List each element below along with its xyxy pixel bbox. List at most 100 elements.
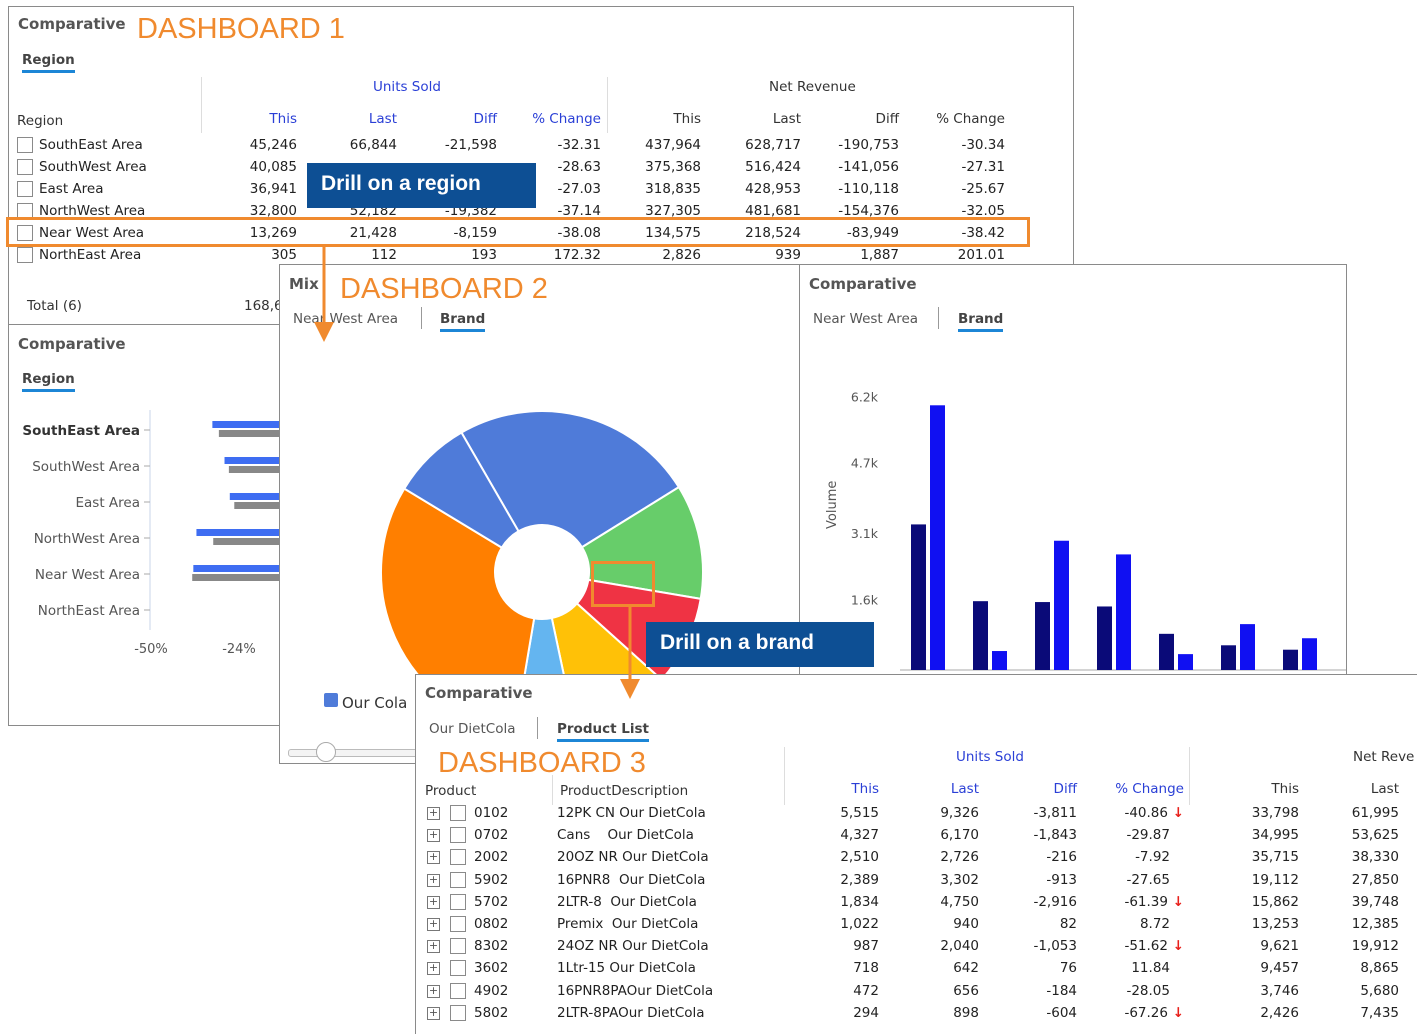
product-row[interactable]: +0102 12PK CN Our DietCola 5,515 9,326 -3,81… bbox=[416, 802, 1417, 824]
region-name[interactable]: NorthEast Area bbox=[39, 247, 141, 263]
product-code[interactable]: 0802 bbox=[474, 916, 508, 932]
row-checkbox[interactable] bbox=[17, 247, 33, 263]
col-region[interactable]: Region bbox=[17, 113, 63, 129]
region-name[interactable]: SouthWest Area bbox=[39, 159, 147, 175]
volume-bar[interactable] bbox=[1159, 633, 1174, 670]
volume-bar[interactable] bbox=[911, 524, 926, 670]
zoom-slider-track[interactable] bbox=[288, 749, 420, 757]
row-checkbox[interactable] bbox=[450, 849, 466, 866]
row-checkbox[interactable] bbox=[450, 805, 466, 821]
volume-bar[interactable] bbox=[1240, 624, 1255, 670]
product-row[interactable]: +8302 24OZ NR Our DietCola 987 2,040 -1,053-… bbox=[416, 935, 1417, 957]
expand-icon[interactable]: + bbox=[427, 851, 440, 865]
expand-icon[interactable]: + bbox=[427, 918, 440, 931]
col3-units-this[interactable]: This bbox=[811, 781, 879, 797]
col-rev-pct[interactable]: % Change bbox=[913, 111, 1005, 127]
col-rev-diff[interactable]: Diff bbox=[831, 111, 899, 127]
expand-icon[interactable]: + bbox=[427, 984, 440, 998]
product-row[interactable]: +5902 16PNR8 Our DietCola 2,389 3,302 -913 -2… bbox=[416, 869, 1417, 891]
region-bar[interactable] bbox=[193, 565, 292, 572]
legend-label[interactable]: Our Cola bbox=[342, 694, 407, 712]
row-checkbox[interactable] bbox=[450, 893, 466, 910]
col-product[interactable]: Product bbox=[425, 783, 476, 799]
expand-icon[interactable]: + bbox=[427, 829, 440, 843]
row-checkbox[interactable] bbox=[450, 827, 466, 844]
col-units-this[interactable]: This bbox=[229, 111, 297, 127]
product-code[interactable]: 4902 bbox=[474, 983, 508, 999]
breadcrumb-near-west[interactable]: Near West Area bbox=[293, 311, 398, 327]
tab-product-list[interactable]: Product List bbox=[557, 721, 649, 742]
zoom-slider-handle[interactable] bbox=[316, 742, 336, 762]
volume-bar[interactable] bbox=[1054, 540, 1069, 670]
col-units-pct[interactable]: % Change bbox=[509, 111, 601, 127]
region-bar[interactable] bbox=[192, 574, 292, 581]
category-label[interactable]: SouthEast Area bbox=[22, 423, 140, 439]
product-row[interactable]: +0802 Premix Our DietCola 1,022 940 82 8.72 13… bbox=[416, 913, 1417, 935]
volume-bar[interactable] bbox=[1302, 638, 1317, 670]
product-code[interactable]: 2002 bbox=[474, 849, 508, 865]
volume-bar[interactable] bbox=[1283, 649, 1298, 670]
tab-region[interactable]: Region bbox=[22, 52, 75, 73]
tab-brand-2[interactable]: Brand bbox=[958, 311, 1004, 332]
row-checkbox[interactable] bbox=[450, 1004, 466, 1021]
region-row[interactable]: NorthEast Area 305 112 193 172.32 2,826 939 1,8… bbox=[9, 244, 1073, 265]
product-row[interactable]: +2002 20OZ NR Our DietCola 2,510 2,726 -216 -… bbox=[416, 846, 1417, 868]
product-row[interactable]: +5702 2LTR-8 Our DietCola 1,834 4,750 -2,916… bbox=[416, 891, 1417, 913]
category-label[interactable]: SouthWest Area bbox=[32, 459, 140, 475]
product-code[interactable]: 5702 bbox=[474, 894, 508, 910]
category-label[interactable]: Near West Area bbox=[35, 567, 140, 583]
product-row[interactable]: +0702 Cans Our DietCola 4,327 6,170 -1,843 -2… bbox=[416, 824, 1417, 846]
row-checkbox[interactable] bbox=[450, 916, 466, 932]
region-row[interactable]: SouthWest Area 40,085 -28.63 375,368 516,424… bbox=[9, 156, 1073, 178]
tab-brand[interactable]: Brand bbox=[440, 311, 486, 332]
col-rev-this[interactable]: This bbox=[633, 111, 701, 127]
expand-icon[interactable]: + bbox=[427, 962, 440, 976]
region-name[interactable]: East Area bbox=[39, 181, 104, 197]
breadcrumb-near-west-2[interactable]: Near West Area bbox=[813, 311, 918, 327]
region-row[interactable]: SouthEast Area 45,246 66,844 -21,598 -32.31 4… bbox=[9, 134, 1073, 156]
product-row[interactable]: +4902 16PNR8PAOur DietCola 472 656 -184 -28.0… bbox=[416, 980, 1417, 1002]
volume-bar[interactable] bbox=[930, 405, 945, 670]
row-checkbox[interactable] bbox=[450, 982, 466, 999]
expand-icon[interactable]: + bbox=[427, 940, 440, 954]
col-rev-last[interactable]: Last bbox=[733, 111, 801, 127]
expand-icon[interactable]: + bbox=[427, 895, 440, 909]
product-code[interactable]: 5802 bbox=[474, 1005, 508, 1021]
category-label[interactable]: East Area bbox=[76, 495, 141, 511]
region-name[interactable]: SouthEast Area bbox=[39, 137, 143, 153]
col3-rev-this[interactable]: This bbox=[1231, 781, 1299, 797]
row-checkbox[interactable] bbox=[17, 181, 33, 197]
volume-bar[interactable] bbox=[1035, 602, 1050, 670]
product-row[interactable]: +5802 2LTR-8PAOur DietCola 294 898 -604 -67.2… bbox=[416, 1002, 1417, 1024]
breadcrumb-our-dietcola[interactable]: Our DietCola bbox=[429, 721, 515, 737]
row-checkbox[interactable] bbox=[450, 871, 466, 888]
volume-bar[interactable] bbox=[1097, 606, 1112, 670]
col3-units-last[interactable]: Last bbox=[911, 781, 979, 797]
product-code[interactable]: 5902 bbox=[474, 872, 508, 888]
col3-units-pct[interactable]: % Change bbox=[1092, 781, 1184, 797]
col3-rev-last[interactable]: Last bbox=[1331, 781, 1399, 797]
expand-icon[interactable]: + bbox=[427, 873, 440, 887]
volume-bar[interactable] bbox=[992, 651, 1007, 670]
category-label[interactable]: NorthEast Area bbox=[38, 603, 140, 619]
expand-icon[interactable]: + bbox=[427, 807, 440, 820]
volume-bar[interactable] bbox=[1178, 654, 1193, 670]
region-bar[interactable] bbox=[196, 529, 292, 536]
product-code[interactable]: 0102 bbox=[474, 805, 508, 821]
volume-bar[interactable] bbox=[1221, 645, 1236, 670]
row-checkbox[interactable] bbox=[450, 960, 466, 977]
volume-bar[interactable] bbox=[1116, 554, 1131, 670]
product-code[interactable]: 3602 bbox=[474, 960, 508, 976]
col-units-last[interactable]: Last bbox=[329, 111, 397, 127]
col3-units-diff[interactable]: Diff bbox=[1009, 781, 1077, 797]
col-product-description[interactable]: ProductDescription bbox=[560, 783, 688, 799]
row-checkbox[interactable] bbox=[450, 938, 466, 955]
region-row[interactable]: East Area 36,941 -27.03 318,835 428,953 -110,… bbox=[9, 178, 1073, 200]
row-checkbox[interactable] bbox=[17, 159, 33, 175]
product-row[interactable]: +3602 1Ltr-15 Our DietCola 718 642 76 11.84 9,… bbox=[416, 957, 1417, 979]
category-label[interactable]: NorthWest Area bbox=[34, 531, 140, 547]
expand-icon[interactable]: + bbox=[427, 1006, 440, 1020]
volume-bar[interactable] bbox=[973, 601, 988, 670]
col-units-diff[interactable]: Diff bbox=[429, 111, 497, 127]
row-checkbox[interactable] bbox=[17, 137, 33, 153]
